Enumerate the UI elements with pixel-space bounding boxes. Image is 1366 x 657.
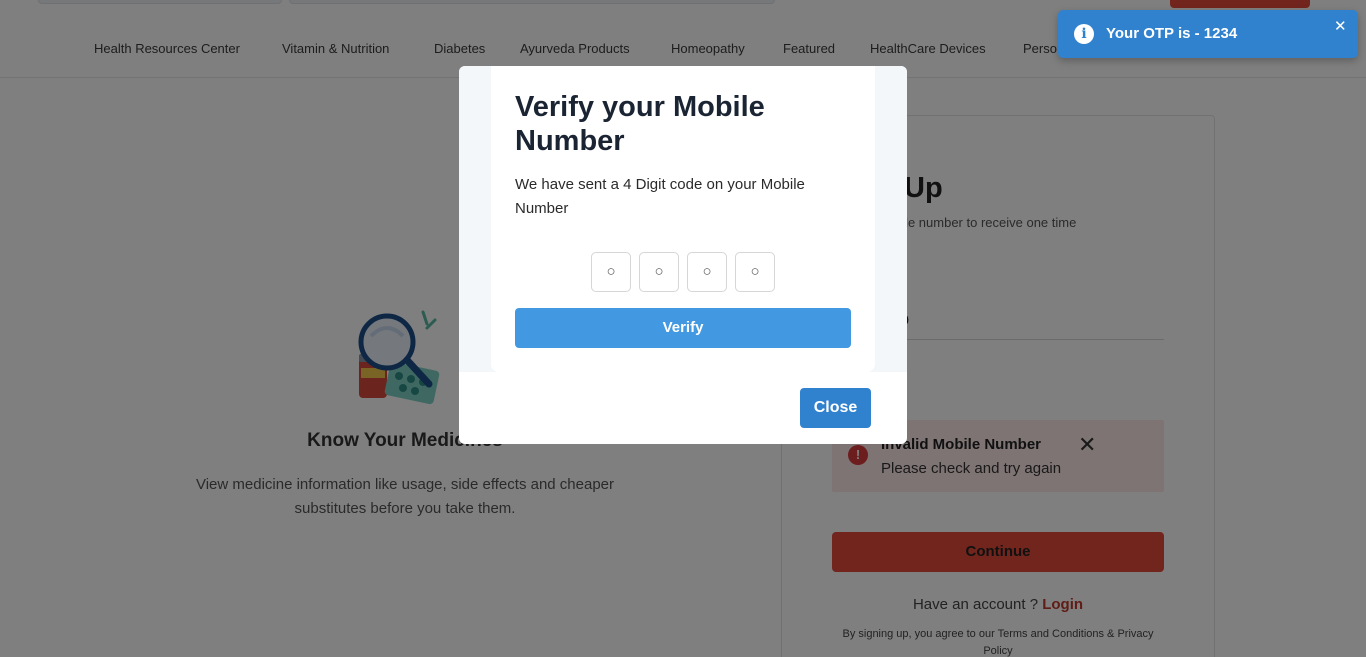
info-icon: i	[1074, 24, 1094, 44]
otp-digit-3[interactable]: ○	[687, 252, 727, 292]
verify-mobile-modal: Verify your Mobile Number We have sent a…	[459, 66, 907, 444]
verify-button[interactable]: Verify	[515, 308, 851, 348]
close-button[interactable]: Close	[800, 388, 871, 428]
otp-digit-2[interactable]: ○	[639, 252, 679, 292]
toast-message: Your OTP is - 1234	[1106, 25, 1238, 42]
modal-title: Verify your Mobile Number	[515, 91, 765, 157]
otp-digit-4[interactable]: ○	[735, 252, 775, 292]
otp-toast: i Your OTP is - 1234 ✕	[1058, 10, 1358, 58]
otp-digit-1[interactable]: ○	[591, 252, 631, 292]
toast-close-icon[interactable]: ✕	[1334, 17, 1347, 35]
otp-input-group: ○ ○ ○ ○	[591, 252, 775, 292]
modal-description: We have sent a 4 Digit code on your Mobi…	[515, 176, 805, 217]
modal-card: Verify your Mobile Number We have sent a…	[491, 66, 875, 372]
